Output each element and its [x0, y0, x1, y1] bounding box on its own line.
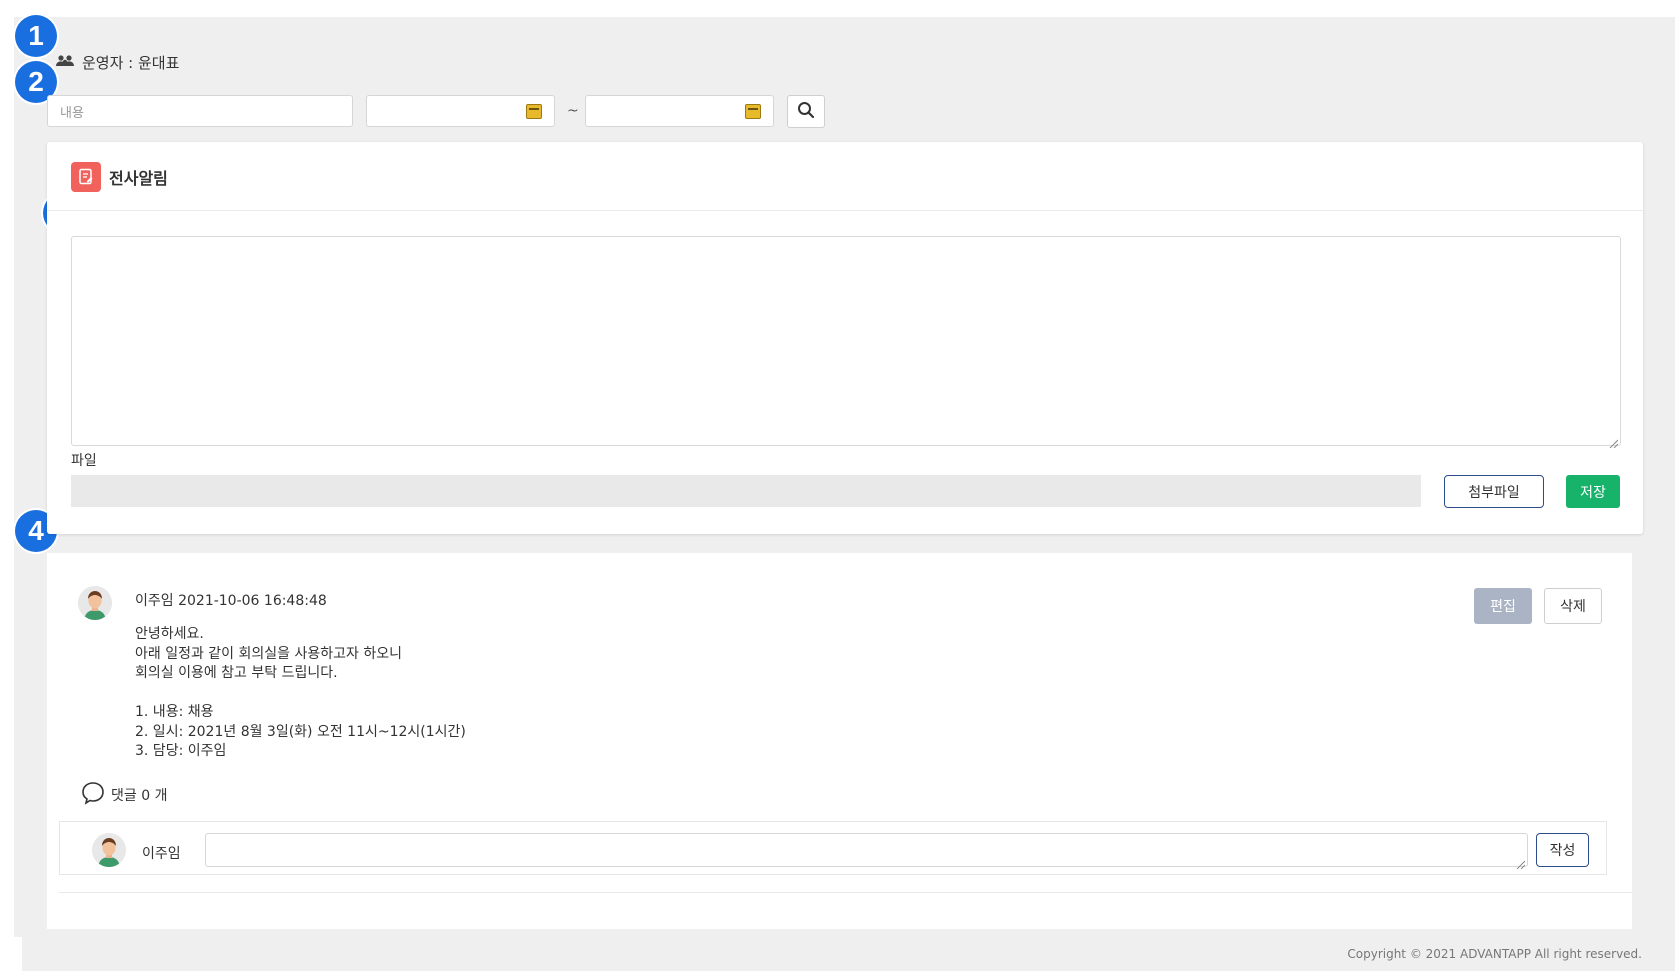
edit-note-icon	[71, 162, 101, 192]
post-line: 안녕하세요.	[135, 626, 204, 642]
file-name-field	[71, 475, 1421, 507]
file-label: 파일	[71, 453, 97, 469]
corner-gap	[0, 937, 22, 971]
notice-editor-card: 전사알림 파일 첨부파일 저장	[47, 142, 1643, 534]
delete-button[interactable]: 삭제	[1544, 588, 1602, 624]
notice-textarea[interactable]	[71, 236, 1621, 449]
calendar-icon[interactable]	[745, 104, 761, 119]
post-line: 1. 내용: 채용	[135, 704, 214, 720]
card-title: 전사알림	[109, 169, 168, 188]
card-header: 전사알림	[71, 162, 168, 192]
divider	[59, 892, 1632, 893]
operator-info: 운영자 : 윤대표	[56, 52, 179, 73]
attach-file-button[interactable]: 첨부파일	[1444, 475, 1544, 508]
avatar	[92, 833, 126, 867]
post-line: 회의실 이용에 참고 부탁 드립니다.	[135, 665, 338, 681]
divider	[47, 210, 1643, 211]
content-search-placeholder: 내용	[60, 105, 84, 121]
date-from-input[interactable]	[366, 95, 555, 127]
post-author: 이주임	[135, 593, 174, 609]
post-card: 이주임 2021-10-06 16:48:48 안녕하세요. 아래 일정과 같이…	[47, 553, 1632, 929]
post-line: 2. 일시: 2021년 8월 3일(화) 오전 11시~12시(1시간)	[135, 723, 466, 740]
save-button[interactable]: 저장	[1566, 475, 1620, 508]
write-comment-button[interactable]: 작성	[1536, 833, 1589, 867]
comment-count-label: 댓글 0 개	[111, 788, 168, 804]
comment-bubble-icon	[81, 781, 105, 809]
users-icon	[56, 54, 76, 72]
operator-label: 운영자 : 윤대표	[82, 54, 180, 72]
calendar-icon[interactable]	[526, 104, 542, 119]
post-line: 3. 담당: 이주임	[135, 743, 227, 759]
post-datetime: 2021-10-06 16:48:48	[178, 593, 327, 609]
commenter-name: 이주임	[142, 846, 181, 862]
search-icon	[797, 101, 815, 123]
annotation-badge-1: 1	[15, 15, 57, 57]
resize-grip-icon[interactable]	[1515, 854, 1526, 870]
post-body: 안녕하세요. 아래 일정과 같이 회의실을 사용하고자 하오니 회의실 이용에 …	[135, 625, 466, 762]
date-range-separator: ~	[567, 103, 579, 119]
date-to-input[interactable]	[585, 95, 774, 127]
post-line: 아래 일정과 같이 회의실을 사용하고자 하오니	[135, 645, 402, 662]
comment-input[interactable]	[205, 833, 1528, 870]
edit-button[interactable]: 편집	[1474, 588, 1532, 624]
copyright: Copyright © 2021 ADVANTAPP All right res…	[1347, 947, 1642, 961]
search-button[interactable]	[787, 95, 825, 128]
post-meta: 이주임 2021-10-06 16:48:48	[135, 590, 327, 610]
comment-count[interactable]: 댓글 0 개	[81, 781, 167, 809]
content-search-input[interactable]: 내용	[47, 95, 353, 127]
post-line	[135, 684, 466, 704]
resize-grip-icon[interactable]	[1608, 433, 1619, 449]
avatar	[78, 586, 112, 620]
